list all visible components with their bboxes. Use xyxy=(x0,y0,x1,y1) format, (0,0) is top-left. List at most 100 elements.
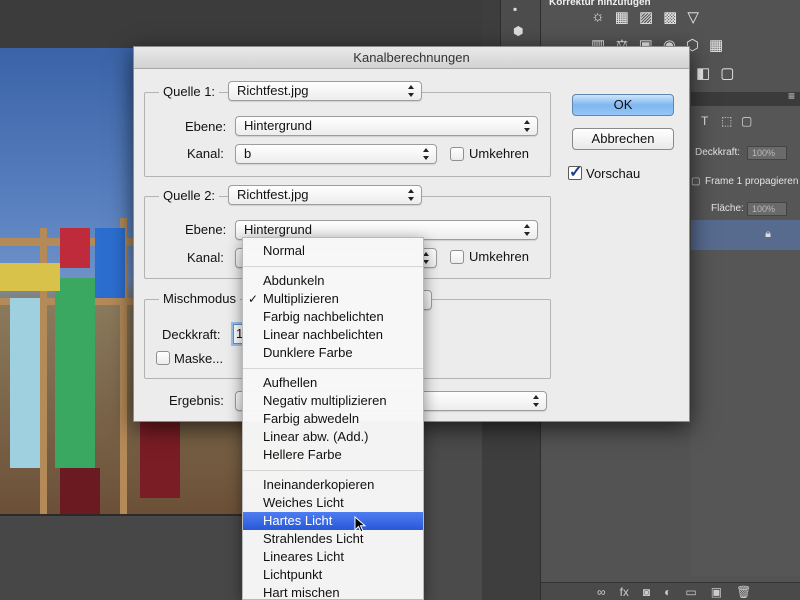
canvas-prayer-cloth xyxy=(10,298,40,468)
propagate-label: Frame 1 propagieren xyxy=(705,176,799,187)
menu-item-highlighted[interactable]: Hartes Licht xyxy=(243,512,423,530)
checkmark-icon: ✓ xyxy=(248,292,259,306)
menu-item[interactable]: Weiches Licht xyxy=(243,494,423,512)
source-1-file-select[interactable]: Richtfest.jpg xyxy=(228,81,422,101)
chevron-updown-icon xyxy=(423,147,430,161)
menu-item[interactable]: Abdunkeln xyxy=(243,272,423,290)
menu-item[interactable]: Strahlendes Licht xyxy=(243,530,423,548)
result-label: Ergebnis: xyxy=(169,393,224,408)
exposure-icon[interactable]: ▩ xyxy=(663,8,677,26)
menu-item[interactable]: Hart mischen xyxy=(243,584,423,599)
smart-filter-icon[interactable]: ▢ xyxy=(741,114,752,128)
menu-item[interactable]: Dunklere Farbe xyxy=(243,344,423,362)
chevron-updown-icon xyxy=(423,251,430,265)
layer-row-background[interactable]: 🔒︎ xyxy=(691,220,800,250)
source-2-layer-label: Ebene: xyxy=(185,222,227,237)
vibrance-icon[interactable]: ▽ xyxy=(687,8,699,26)
adjustment-layer-icon[interactable]: ◐ xyxy=(664,585,671,599)
menu-item[interactable]: Negativ multiplizieren xyxy=(243,392,423,410)
menu-separator xyxy=(243,368,423,369)
layer-opacity-field[interactable]: 100% xyxy=(747,146,787,160)
menu-item[interactable]: Farbig abwedeln xyxy=(243,410,423,428)
dialog-title: Kanalberechnungen xyxy=(134,47,689,69)
checkmark-icon: ✓ xyxy=(569,164,583,181)
panel-menu-icon[interactable]: ≡ xyxy=(788,89,795,103)
source-2-layer-value: Hintergrund xyxy=(244,222,312,237)
curves-icon[interactable]: ▨ xyxy=(639,8,653,26)
preview-label: Vorschau xyxy=(586,166,641,181)
link-icon[interactable]: ∞ xyxy=(597,585,606,599)
mask-checkbox[interactable] xyxy=(156,351,170,365)
menu-item[interactable]: Hellere Farbe xyxy=(243,446,423,464)
group-folder-icon[interactable]: ▭ xyxy=(685,585,696,599)
chevron-updown-icon xyxy=(533,394,540,408)
gradient-map-icon[interactable]: ◧ xyxy=(696,64,710,82)
menu-item[interactable]: Linear abw. (Add.) xyxy=(243,428,423,446)
menu-item[interactable]: Linear nachbelichten xyxy=(243,326,423,344)
propagate-checkbox[interactable]: ▢ xyxy=(691,176,700,187)
menu-item[interactable]: Aufhellen xyxy=(243,374,423,392)
source-1-channel-select[interactable]: b xyxy=(235,144,437,164)
brightness-icon[interactable]: ☼ xyxy=(591,8,605,26)
source-2-label: Quelle 2: xyxy=(159,188,220,203)
type-filter-icon[interactable]: T xyxy=(701,114,708,128)
panel-icon[interactable]: ▪ xyxy=(513,2,529,16)
lock-icon: 🔒︎ xyxy=(765,228,771,240)
source-1-file-value: Richtfest.jpg xyxy=(237,83,309,98)
adjustments-title: Korrektur hinzufügen xyxy=(549,0,651,8)
chevron-updown-icon xyxy=(408,84,415,98)
cancel-button[interactable]: Abbrechen xyxy=(572,128,674,150)
chevron-updown-icon xyxy=(524,223,531,237)
source-2-channel-label: Kanal: xyxy=(187,250,224,265)
source-1-invert-label: Umkehren xyxy=(469,146,529,161)
chevron-updown-icon xyxy=(524,119,531,133)
canvas-prayer-cloth xyxy=(60,228,90,268)
menu-item[interactable]: Ineinanderkopieren xyxy=(243,476,423,494)
fill-field[interactable]: 100% xyxy=(747,202,787,216)
canvas-prayer-cloth xyxy=(0,263,60,291)
menu-separator xyxy=(243,470,423,471)
canvas-figure xyxy=(140,418,180,498)
menu-item[interactable]: Normal xyxy=(243,242,423,260)
layers-panel-body: T ⬚ ▢ Deckkraft: 100% ▢ Frame 1 propagie… xyxy=(691,106,800,576)
source-1-layer-label: Ebene: xyxy=(185,119,227,134)
source-1-channel-value: b xyxy=(244,146,252,161)
ok-button[interactable]: OK xyxy=(572,94,674,116)
panel-icon[interactable]: ⬢ xyxy=(513,24,529,38)
canvas-figure xyxy=(60,468,100,514)
layers-panel-header: ≡ xyxy=(691,89,800,106)
mask-label: Maske... xyxy=(174,351,224,366)
source-2-invert-checkbox[interactable] xyxy=(450,250,464,264)
menu-item[interactable]: Lichtpunkt xyxy=(243,566,423,584)
mask-icon[interactable]: ◙ xyxy=(643,585,650,599)
shape-filter-icon[interactable]: ⬚ xyxy=(721,114,732,128)
source-1-invert-checkbox[interactable] xyxy=(450,147,464,161)
trash-icon[interactable]: 🗑︎ xyxy=(736,585,751,599)
source-1-layer-select[interactable]: Hintergrund xyxy=(235,116,538,136)
menu-item[interactable]: Farbig nachbelichten xyxy=(243,308,423,326)
selective-color-icon[interactable]: ▢ xyxy=(720,64,734,82)
source-1-channel-label: Kanal: xyxy=(187,146,224,161)
canvas-prayer-cloth xyxy=(55,278,95,468)
menu-item-checked[interactable]: ✓ Multiplizieren xyxy=(243,290,423,308)
fill-label: Fläche: xyxy=(711,203,744,214)
levels-icon[interactable]: ▦ xyxy=(615,8,629,26)
layer-opacity-label: Deckkraft: xyxy=(695,147,741,158)
source-1-label: Quelle 1: xyxy=(159,84,220,99)
options-bar xyxy=(0,0,540,48)
menu-separator xyxy=(243,266,423,267)
blending-label: Mischmodus xyxy=(159,291,240,306)
new-layer-icon[interactable]: ▣ xyxy=(711,585,722,599)
blend-mode-menu: Normal Abdunkeln ✓ Multiplizieren Farbig… xyxy=(242,237,424,600)
fx-icon[interactable]: fx xyxy=(620,585,629,599)
source-2-invert-label: Umkehren xyxy=(469,249,529,264)
source-1-layer-value: Hintergrund xyxy=(244,118,312,133)
preview-checkbox[interactable]: ✓ xyxy=(568,164,582,181)
mouse-pointer-icon xyxy=(354,516,367,533)
chevron-updown-icon xyxy=(408,188,415,202)
color-lookup-icon[interactable]: ▦ xyxy=(709,36,723,54)
layers-panel-footer: ∞ fx ◙ ◐ ▭ ▣ 🗑︎ xyxy=(541,582,800,600)
source-2-file-select[interactable]: Richtfest.jpg xyxy=(228,185,422,205)
menu-item-label: Multiplizieren xyxy=(263,291,339,306)
menu-item[interactable]: Lineares Licht xyxy=(243,548,423,566)
